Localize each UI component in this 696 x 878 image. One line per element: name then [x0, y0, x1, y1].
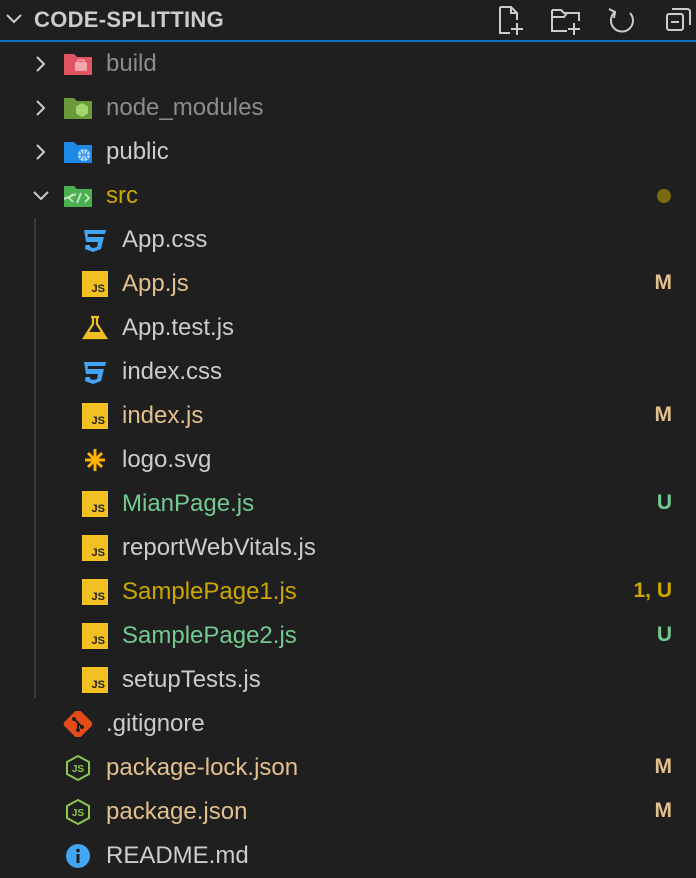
folder-build-icon — [64, 54, 92, 75]
git-status-badge: M — [654, 271, 673, 294]
explorer-panel: CODE-SPLITTING build node_modules public… — [0, 0, 696, 878]
chevron-down-icon[interactable] — [3, 8, 25, 30]
tree-item-label: MianPage.js — [122, 490, 255, 517]
git-status-badge: U — [656, 623, 672, 646]
tree-item-setuptests-js[interactable]: JS setupTests.js — [0, 658, 696, 702]
tree-item-samplepage2-js[interactable]: JS SamplePage2.js U — [0, 614, 696, 658]
tree-item-label: build — [106, 50, 157, 77]
nodejs-icon: JS — [66, 755, 90, 781]
tree-item-label: index.js — [122, 402, 204, 429]
git-status-badge: M — [654, 755, 673, 778]
css-icon — [84, 362, 106, 384]
collapse-all-icon[interactable] — [662, 4, 694, 36]
tree-item-label: package.json — [106, 798, 248, 825]
tree-item-label: SamplePage1.js — [122, 578, 297, 605]
tree-item-node-modules[interactable]: node_modules — [0, 86, 696, 130]
tree-item-label: App.css — [122, 226, 208, 253]
svg-asterisk-icon — [85, 449, 105, 471]
new-folder-icon[interactable] — [550, 4, 582, 36]
tree-item-label: src — [106, 182, 138, 209]
git-status-badge: U — [656, 491, 672, 514]
git-icon — [63, 711, 93, 737]
git-status-badge: 1, U — [633, 579, 672, 602]
js-icon: JS — [82, 403, 108, 429]
js-icon: JS — [82, 579, 108, 605]
tree-item-label: SamplePage2.js — [122, 622, 297, 649]
tree-item-label: node_modules — [106, 94, 264, 121]
tree-item-app-test-js[interactable]: App.test.js — [0, 306, 696, 350]
test-flask-icon — [81, 315, 109, 340]
tree-item-logo-svg[interactable]: logo.svg — [0, 438, 696, 482]
js-icon: JS — [82, 623, 108, 649]
tree-item-label: index.css — [122, 358, 223, 385]
tree-item-app-js[interactable]: JS App.js M — [0, 262, 696, 306]
new-file-icon[interactable] — [494, 4, 526, 36]
info-icon — [66, 844, 90, 868]
tree-item-public[interactable]: public — [0, 130, 696, 174]
js-icon: JS — [82, 667, 108, 693]
tree-item-gitignore[interactable]: .gitignore — [0, 702, 696, 746]
tree-item-reportwebvitals-js[interactable]: JS reportWebVitals.js — [0, 526, 696, 570]
js-icon: JS — [82, 491, 108, 517]
folder-src-icon — [63, 186, 92, 207]
js-icon: JS — [82, 271, 108, 297]
tree-item-label: logo.svg — [122, 446, 212, 473]
svg-text:JS: JS — [72, 808, 85, 819]
tree-item-label: setupTests.js — [122, 666, 261, 693]
explorer-title: CODE-SPLITTING — [34, 7, 224, 32]
git-status-badge: M — [654, 403, 673, 426]
tree-item-package-json[interactable]: JS package.json M — [0, 790, 696, 834]
css-icon — [84, 230, 106, 252]
tree-item-label: App.js — [122, 270, 189, 297]
tree-item-mianpage-js[interactable]: JS MianPage.js U — [0, 482, 696, 526]
tree-item-label: App.test.js — [122, 314, 235, 341]
tree-item-label: package-lock.json — [106, 754, 299, 781]
tree-item-package-lock-json[interactable]: JS package-lock.json M — [0, 746, 696, 790]
tree-item-index-css[interactable]: index.css — [0, 350, 696, 394]
tree-item-label: README.md — [106, 842, 249, 869]
chevron-down-icon[interactable] — [30, 185, 52, 207]
nodejs-icon: JS — [66, 799, 90, 825]
folder-public-icon — [64, 142, 92, 163]
js-icon: JS — [82, 535, 108, 561]
tree-item-index-js[interactable]: JS index.js M — [0, 394, 696, 438]
tree-item-readme-md[interactable]: README.md — [0, 834, 696, 878]
tree-item-label: public — [106, 138, 169, 165]
tree-item-build[interactable]: build — [0, 42, 696, 86]
refresh-icon[interactable] — [606, 4, 638, 36]
folder-node-icon — [64, 98, 92, 119]
tree-item-samplepage1-js[interactable]: JS SamplePage1.js 1, U — [0, 570, 696, 614]
chevron-right-icon[interactable] — [30, 53, 52, 75]
explorer-header[interactable]: CODE-SPLITTING — [0, 0, 696, 40]
tree-item-app-css[interactable]: App.css — [0, 218, 696, 262]
tree-item-label: reportWebVitals.js — [122, 534, 316, 561]
chevron-right-icon[interactable] — [30, 141, 52, 163]
tree-item-src[interactable]: src — [0, 174, 696, 218]
chevron-right-icon[interactable] — [30, 97, 52, 119]
svg-text:JS: JS — [72, 764, 85, 775]
tree-item-label: .gitignore — [106, 710, 205, 737]
modified-dot-badge — [657, 189, 671, 203]
git-status-badge: M — [654, 799, 673, 822]
